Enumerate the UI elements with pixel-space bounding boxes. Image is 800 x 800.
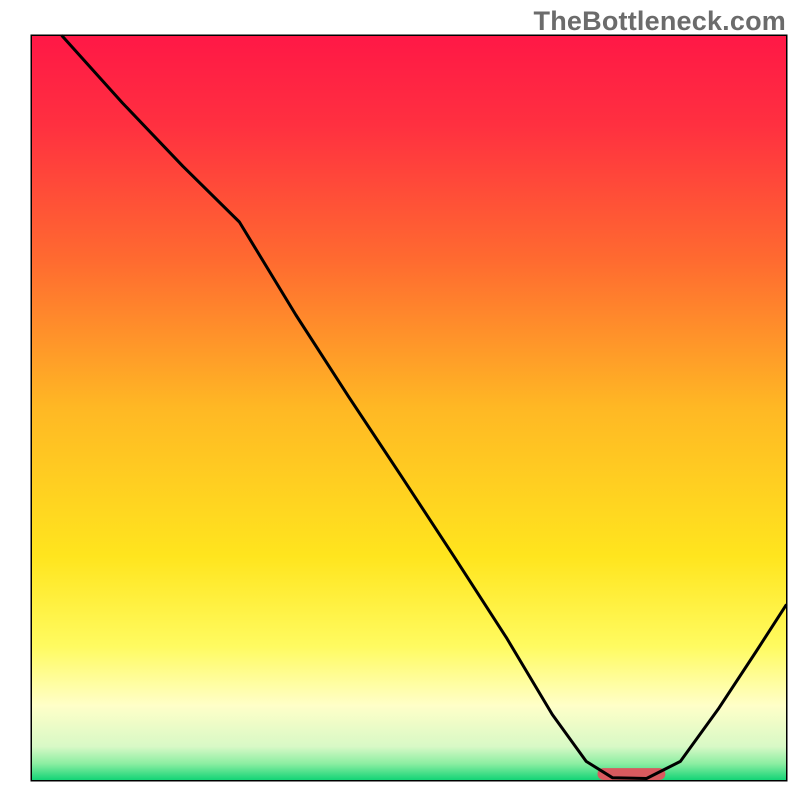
- bottleneck-chart: TheBottleneck.com: [0, 0, 800, 800]
- watermark-text: TheBottleneck.com: [534, 6, 786, 37]
- chart-svg: [0, 0, 800, 800]
- plot-background: [32, 36, 786, 780]
